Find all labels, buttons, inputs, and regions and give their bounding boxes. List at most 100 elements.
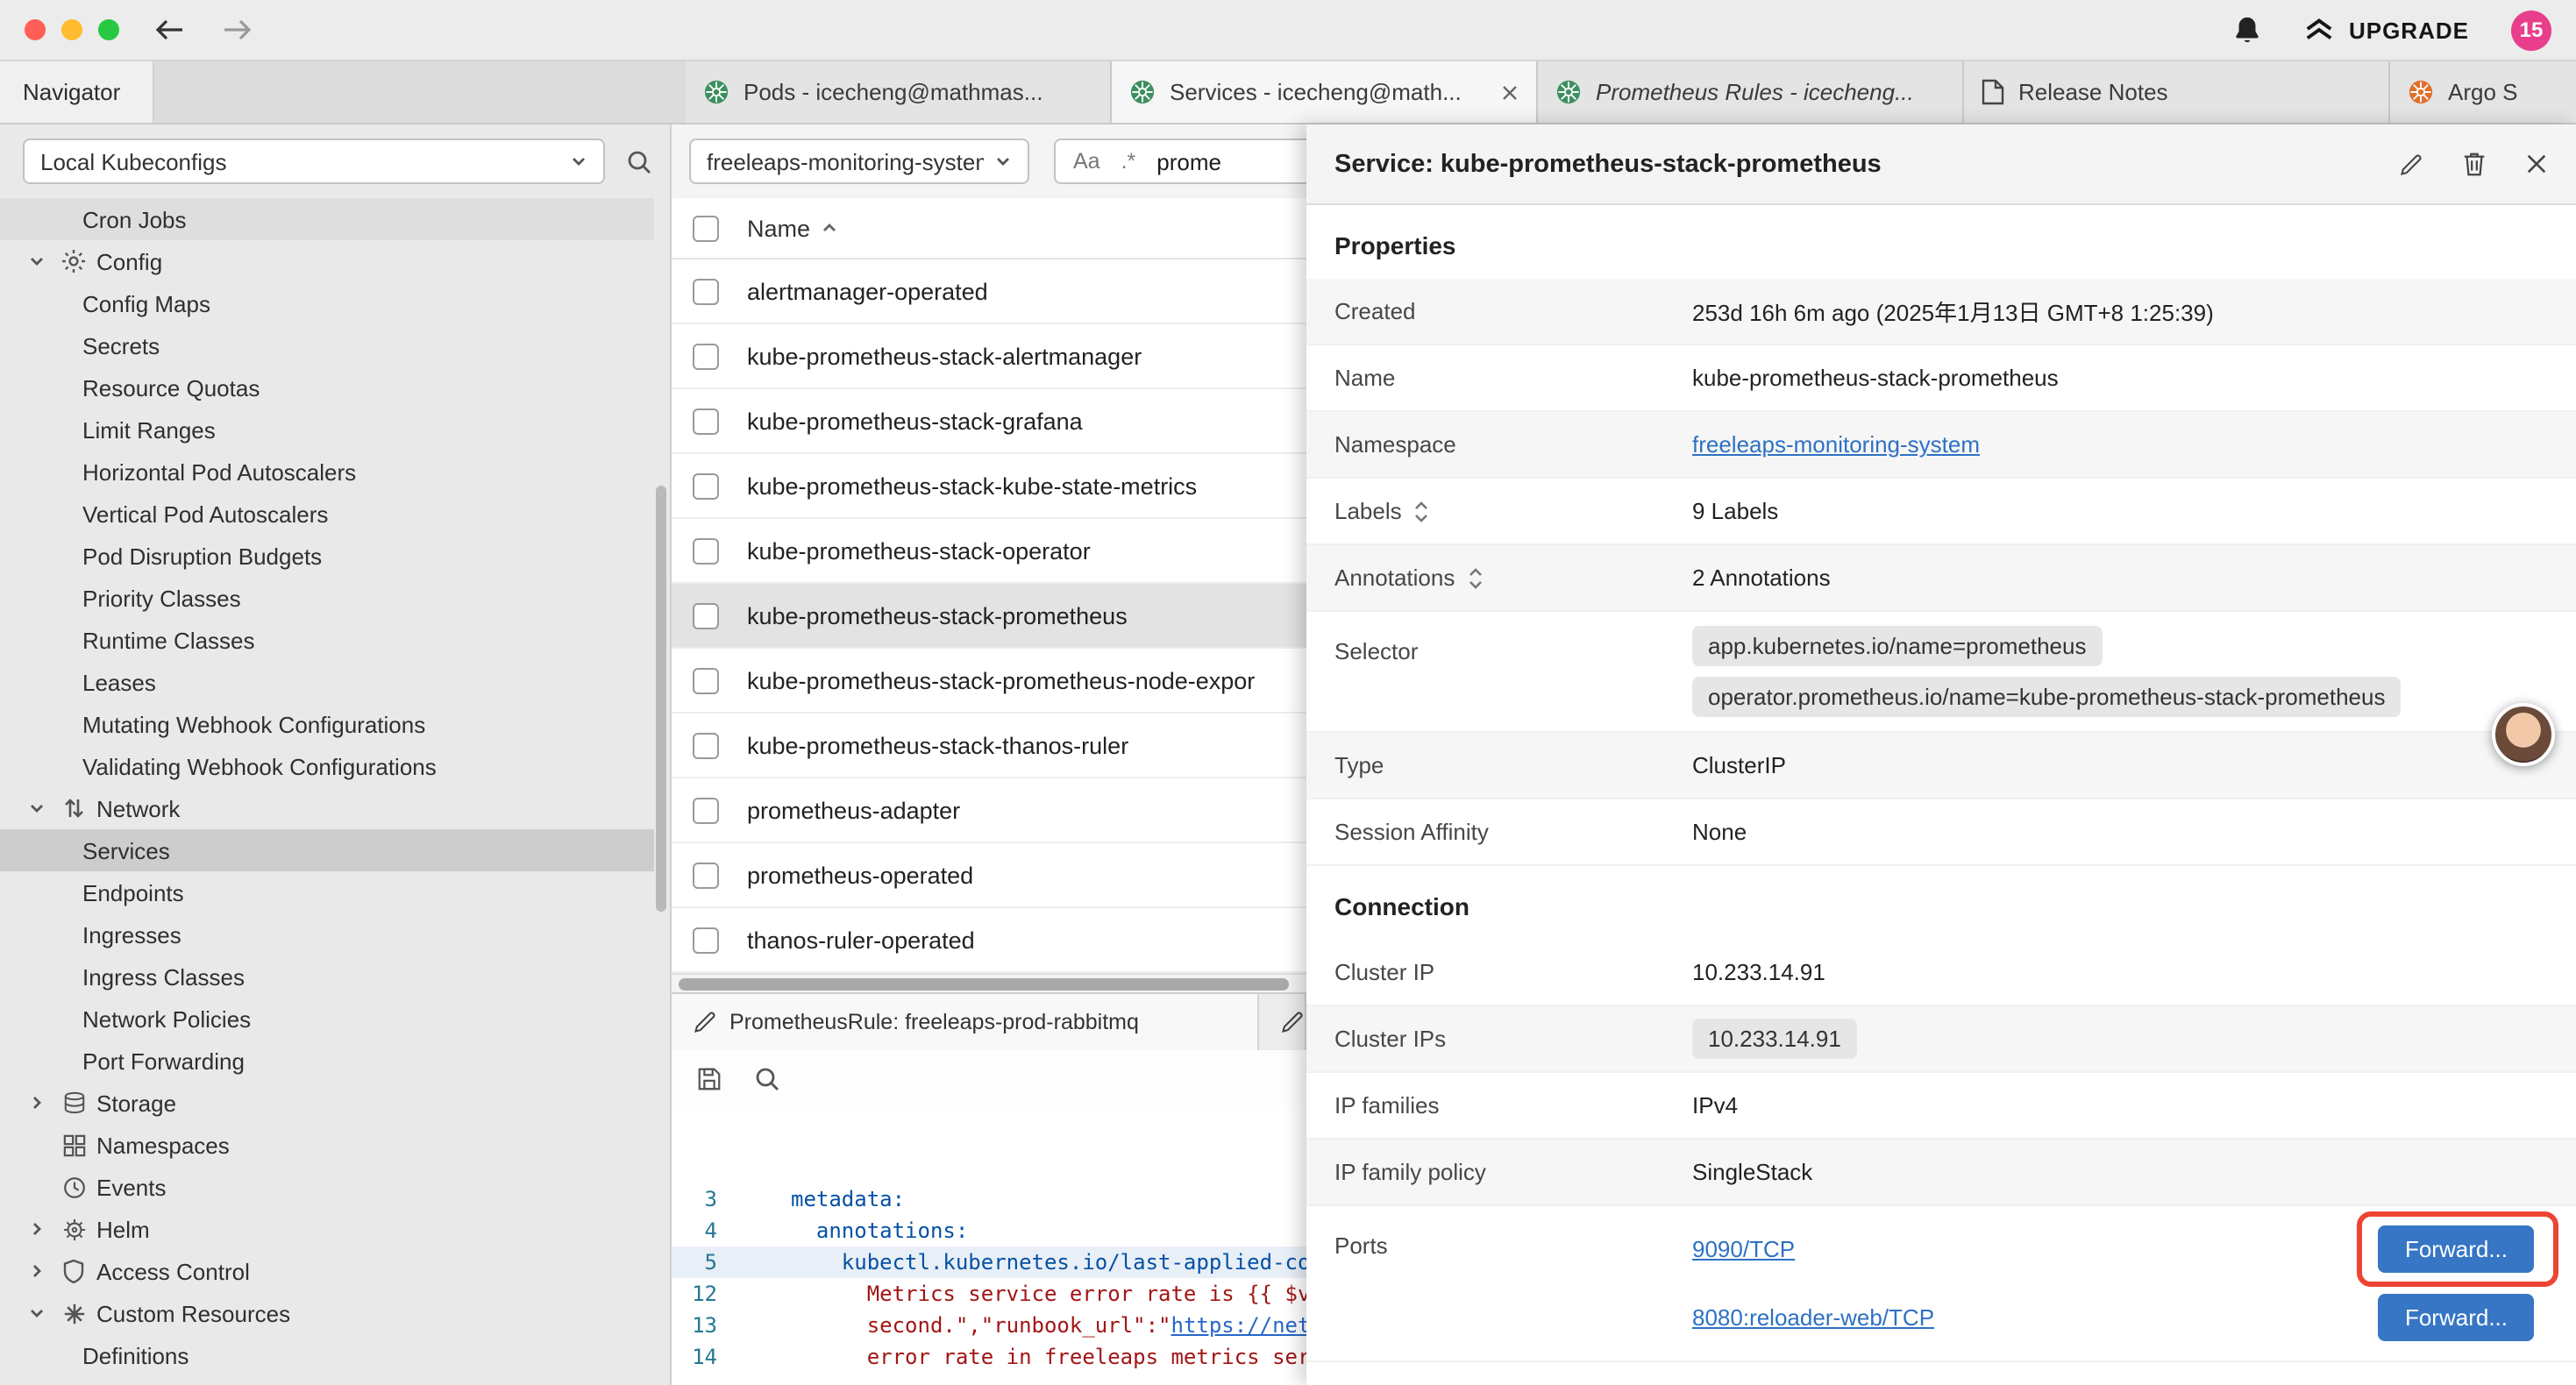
search-input[interactable]: Aa .* prome [1054,138,1306,184]
port-link-9090-tcp[interactable]: 9090/TCP [1692,1236,1795,1262]
sidebar-item-namespaces[interactable]: Namespaces [0,1124,654,1166]
sidebar-item-storage[interactable]: Storage [0,1082,654,1124]
navigator-panel-tab[interactable]: Navigator [0,61,154,123]
sidebar-item-ingresses[interactable]: Ingresses [0,913,654,955]
sidebar-item-limit-ranges[interactable]: Limit Ranges [0,408,654,451]
sidebar-item-custom-resources[interactable]: Custom Resources [0,1292,654,1334]
tab-prometheus-rules-icecheng[interactable]: Prometheus Rules - icecheng... [1538,61,1964,123]
name-column-header[interactable]: Name [747,215,838,241]
forward-button[interactable]: Forward... [2379,1294,2534,1341]
sidebar-item-pod-disruption-budgets[interactable]: Pod Disruption Budgets [0,535,654,577]
sidebar-item-config[interactable]: Config [0,240,654,282]
chevron-right-icon[interactable] [21,1220,51,1238]
minimize-window-button[interactable] [61,19,82,40]
sidebar-item-secrets[interactable]: Secrets [0,324,654,366]
table-row-prometheus-adapter[interactable]: prometheus-adapter [672,778,1306,843]
scrollbar-thumb[interactable] [679,978,1289,991]
sidebar-item-horizontal-pod-autoscalers[interactable]: Horizontal Pod Autoscalers [0,451,654,493]
maximize-window-button[interactable] [98,19,119,40]
table-row-prometheus-operated[interactable]: prometheus-operated [672,843,1306,908]
chevron-right-icon[interactable] [21,1094,51,1112]
sidebar-item-config-maps[interactable]: Config Maps [0,282,654,324]
sidebar-item-ingress-classes[interactable]: Ingress Classes [0,955,654,998]
table-row-kube-prometheus-stack-prometheus[interactable]: kube-prometheus-stack-prometheus [672,584,1306,649]
row-checkbox[interactable] [693,472,719,499]
sidebar-item-resource-quotas[interactable]: Resource Quotas [0,366,654,408]
sidebar-item-vertical-pod-autoscalers[interactable]: Vertical Pod Autoscalers [0,493,654,535]
row-checkbox[interactable] [693,343,719,369]
sidebar-item-definitions[interactable]: Definitions [0,1334,654,1376]
dock-tab-partial[interactable] [1259,994,1306,1050]
sidebar-item-events[interactable]: Events [0,1166,654,1208]
row-checkbox[interactable] [693,732,719,758]
search-icon[interactable] [754,1065,780,1091]
table-row-kube-prometheus-stack-operator[interactable]: kube-prometheus-stack-operator [672,519,1306,584]
chevron-down-icon[interactable] [21,799,51,817]
row-checkbox[interactable] [693,537,719,564]
sidebar-item-mutating-webhook-configurations[interactable]: Mutating Webhook Configurations [0,703,654,745]
close-icon[interactable] [2525,153,2548,175]
close-window-button[interactable] [25,19,46,40]
row-checkbox[interactable] [693,278,719,304]
tab-pods-icecheng-mathmas[interactable]: Pods - icecheng@mathmas... [686,61,1112,123]
row-checkbox[interactable] [693,408,719,434]
search-icon[interactable] [626,148,652,174]
row-checkbox[interactable] [693,862,719,888]
sidebar-item-runtime-classes[interactable]: Runtime Classes [0,619,654,661]
regex-toggle[interactable]: .* [1121,149,1136,174]
sidebar-item-helm[interactable]: Helm [0,1208,654,1250]
forward-button[interactable]: Forward... [2379,1225,2534,1273]
row-checkbox[interactable] [693,667,719,693]
sidebar-item-priority-classes[interactable]: Priority Classes [0,577,654,619]
sidebar-item-endpoints[interactable]: Endpoints [0,871,654,913]
tab-argo-s[interactable]: Argo S [2390,61,2576,123]
table-row-kube-prometheus-stack-alertmanager[interactable]: kube-prometheus-stack-alertmanager [672,324,1306,389]
sidebar-item-access-control[interactable]: Access Control [0,1250,654,1292]
sidebar-item-validating-webhook-configurations[interactable]: Validating Webhook Configurations [0,745,654,787]
horizontal-scrollbar[interactable] [672,973,1306,992]
tab-release-notes[interactable]: Release Notes [1964,61,2390,123]
save-icon[interactable] [696,1065,722,1091]
table-row-thanos-ruler-operated[interactable]: thanos-ruler-operated [672,908,1306,973]
yaml-editor[interactable]: 3metadata:4 annotations:5 kubectl.kubern… [672,1106,1306,1385]
back-arrow-icon[interactable] [154,18,186,42]
table-row-kube-prometheus-stack-kube-state-metrics[interactable]: kube-prometheus-stack-kube-state-metrics [672,454,1306,519]
expand-toggle-icon[interactable] [1467,565,1483,590]
chevron-down-icon[interactable] [21,252,51,270]
close-tab-icon[interactable] [1501,83,1519,101]
sidebar-item-network[interactable]: Network [0,787,654,829]
table-row-kube-prometheus-stack-prometheus-node-expor[interactable]: kube-prometheus-stack-prometheus-node-ex… [672,649,1306,714]
edit-pencil-icon[interactable] [2399,152,2423,176]
upgrade-button[interactable]: UPGRADE [2305,17,2469,43]
row-checkbox[interactable] [693,602,719,629]
notifications-bell-icon[interactable] [2233,14,2263,46]
row-checkbox[interactable] [693,927,719,953]
namespace-link[interactable]: freeleaps-monitoring-system [1692,431,1980,458]
table-row-alertmanager-operated[interactable]: alertmanager-operated [672,259,1306,324]
chevron-right-icon[interactable] [21,1262,51,1280]
tab-services-icecheng-math[interactable]: Services - icecheng@math... [1112,61,1538,123]
notification-count-badge[interactable]: 15 [2511,10,2551,50]
sidebar-item-port-forwarding[interactable]: Port Forwarding [0,1040,654,1082]
sidebar-item-network-policies[interactable]: Network Policies [0,998,654,1040]
expand-toggle-icon[interactable] [1414,499,1430,523]
sidebar-scrollbar[interactable] [656,486,666,912]
sidebar-item-label: Pod Disruption Budgets [82,543,322,569]
match-case-toggle[interactable]: Aa [1073,149,1100,174]
sidebar-item-services[interactable]: Services [0,829,654,871]
profile-avatar[interactable] [2492,703,2555,766]
table-row-kube-prometheus-stack-grafana[interactable]: kube-prometheus-stack-grafana [672,389,1306,454]
shield-icon [56,1259,91,1283]
sidebar-item-cron-jobs[interactable]: Cron Jobs [0,198,654,240]
select-all-checkbox[interactable] [693,215,719,241]
sidebar-item-leases[interactable]: Leases [0,661,654,703]
kubeconfig-selector[interactable]: Local Kubeconfigs [23,138,605,184]
forward-arrow-icon[interactable] [221,18,253,42]
port-link-8080-reloader-web-tcp[interactable]: 8080:reloader-web/TCP [1692,1304,1934,1331]
delete-trash-icon[interactable] [2462,151,2487,177]
table-row-kube-prometheus-stack-thanos-ruler[interactable]: kube-prometheus-stack-thanos-ruler [672,714,1306,778]
chevron-down-icon[interactable] [21,1304,51,1322]
namespace-filter-select[interactable]: freeleaps-monitoring-system [689,138,1029,184]
row-checkbox[interactable] [693,797,719,823]
dock-tab-prometheusrule[interactable]: PrometheusRule: freeleaps-prod-rabbitmq [672,994,1259,1050]
